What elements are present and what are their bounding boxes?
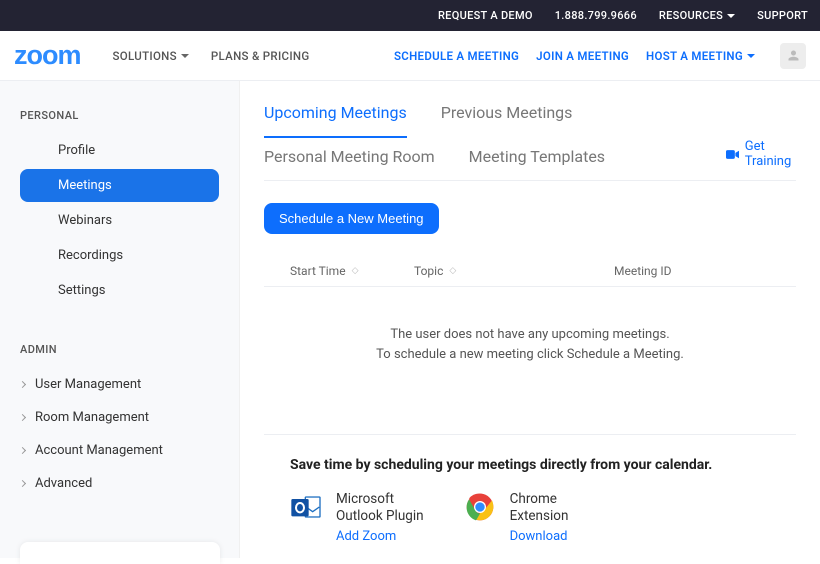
outlook-add-link[interactable]: Add Zoom — [336, 529, 424, 545]
caret-down-icon — [747, 54, 755, 58]
profile-avatar[interactable] — [780, 43, 806, 69]
chrome-title: Chrome — [510, 491, 569, 508]
tab-personal-room[interactable]: Personal Meeting Room — [264, 147, 435, 180]
tab-upcoming[interactable]: Upcoming Meetings — [264, 103, 407, 138]
zoom-logo[interactable]: zoom — [14, 40, 81, 71]
top-bar: REQUEST A DEMO 1.888.799.9666 RESOURCES … — [0, 0, 820, 31]
calendar-plugins: Microsoft Outlook Plugin Add Zoom Chrome… — [264, 491, 796, 545]
empty-state: The user does not have any upcoming meet… — [264, 287, 796, 435]
chevron-right-icon — [19, 447, 26, 454]
support-link[interactable]: SUPPORT — [757, 9, 808, 22]
sidebar-item-profile[interactable]: Profile — [20, 134, 219, 167]
chevron-right-icon — [19, 414, 26, 421]
tab-templates[interactable]: Meeting Templates — [469, 147, 605, 180]
tab-previous[interactable]: Previous Meetings — [441, 103, 573, 137]
main-nav: zoom SOLUTIONS PLANS & PRICING SCHEDULE … — [0, 31, 820, 81]
meeting-tabs: Upcoming Meetings Previous Meetings Pers… — [264, 103, 726, 180]
sidebar-section-admin: ADMIN — [0, 335, 239, 368]
sidebar-section-personal: PERSONAL — [0, 101, 239, 134]
video-icon — [726, 148, 739, 161]
chrome-subtitle: Extension — [510, 508, 569, 525]
user-icon — [786, 48, 801, 63]
main-content: Upcoming Meetings Previous Meetings Pers… — [240, 81, 820, 558]
phone-number[interactable]: 1.888.799.9666 — [555, 9, 637, 22]
column-meeting-id: Meeting ID — [614, 264, 764, 278]
request-demo-link[interactable]: REQUEST A DEMO — [438, 9, 533, 22]
sidebar-item-advanced[interactable]: Advanced — [0, 467, 239, 500]
empty-line-2: To schedule a new meeting click Schedule… — [264, 345, 796, 365]
plugin-chrome: Chrome Extension Download — [464, 491, 569, 545]
nav-host-meeting[interactable]: HOST A MEETING — [646, 49, 755, 63]
plugin-outlook: Microsoft Outlook Plugin Add Zoom — [290, 491, 424, 545]
calendar-section-title: Save time by scheduling your meetings di… — [264, 435, 796, 491]
chrome-icon — [464, 491, 496, 523]
empty-line-1: The user does not have any upcoming meet… — [264, 325, 796, 345]
nav-plans[interactable]: PLANS & PRICING — [211, 49, 310, 63]
column-start-time[interactable]: Start Time◇ — [264, 264, 414, 278]
outlook-title: Microsoft — [336, 491, 424, 508]
chevron-right-icon — [19, 480, 26, 487]
caret-down-icon — [181, 54, 189, 58]
sort-icon: ◇ — [352, 266, 357, 276]
sidebar-item-user-management[interactable]: User Management — [0, 368, 239, 401]
outlook-icon — [290, 491, 322, 523]
meetings-table-header: Start Time◇ Topic◇ Meeting ID — [264, 256, 796, 287]
sidebar-item-webinars[interactable]: Webinars — [20, 204, 219, 237]
sidebar-item-room-management[interactable]: Room Management — [0, 401, 239, 434]
sidebar-bottom-card[interactable] — [20, 542, 220, 564]
schedule-meeting-button[interactable]: Schedule a New Meeting — [264, 203, 439, 234]
chrome-download-link[interactable]: Download — [510, 529, 569, 545]
sidebar-item-account-management[interactable]: Account Management — [0, 434, 239, 467]
resources-dropdown[interactable]: RESOURCES — [659, 9, 735, 22]
sidebar-item-recordings[interactable]: Recordings — [20, 239, 219, 272]
get-training-link[interactable]: Get Training — [726, 139, 796, 169]
nav-solutions[interactable]: SOLUTIONS — [113, 49, 189, 63]
caret-down-icon — [727, 14, 735, 18]
nav-schedule-meeting[interactable]: SCHEDULE A MEETING — [394, 49, 519, 63]
nav-join-meeting[interactable]: JOIN A MEETING — [536, 49, 629, 63]
sidebar: PERSONAL Profile Meetings Webinars Recor… — [0, 81, 240, 558]
chevron-right-icon — [19, 381, 26, 388]
sidebar-item-meetings[interactable]: Meetings — [20, 169, 219, 202]
sidebar-item-settings[interactable]: Settings — [20, 274, 219, 307]
outlook-subtitle: Outlook Plugin — [336, 508, 424, 525]
column-topic[interactable]: Topic◇ — [414, 264, 614, 278]
sort-icon: ◇ — [449, 266, 454, 276]
